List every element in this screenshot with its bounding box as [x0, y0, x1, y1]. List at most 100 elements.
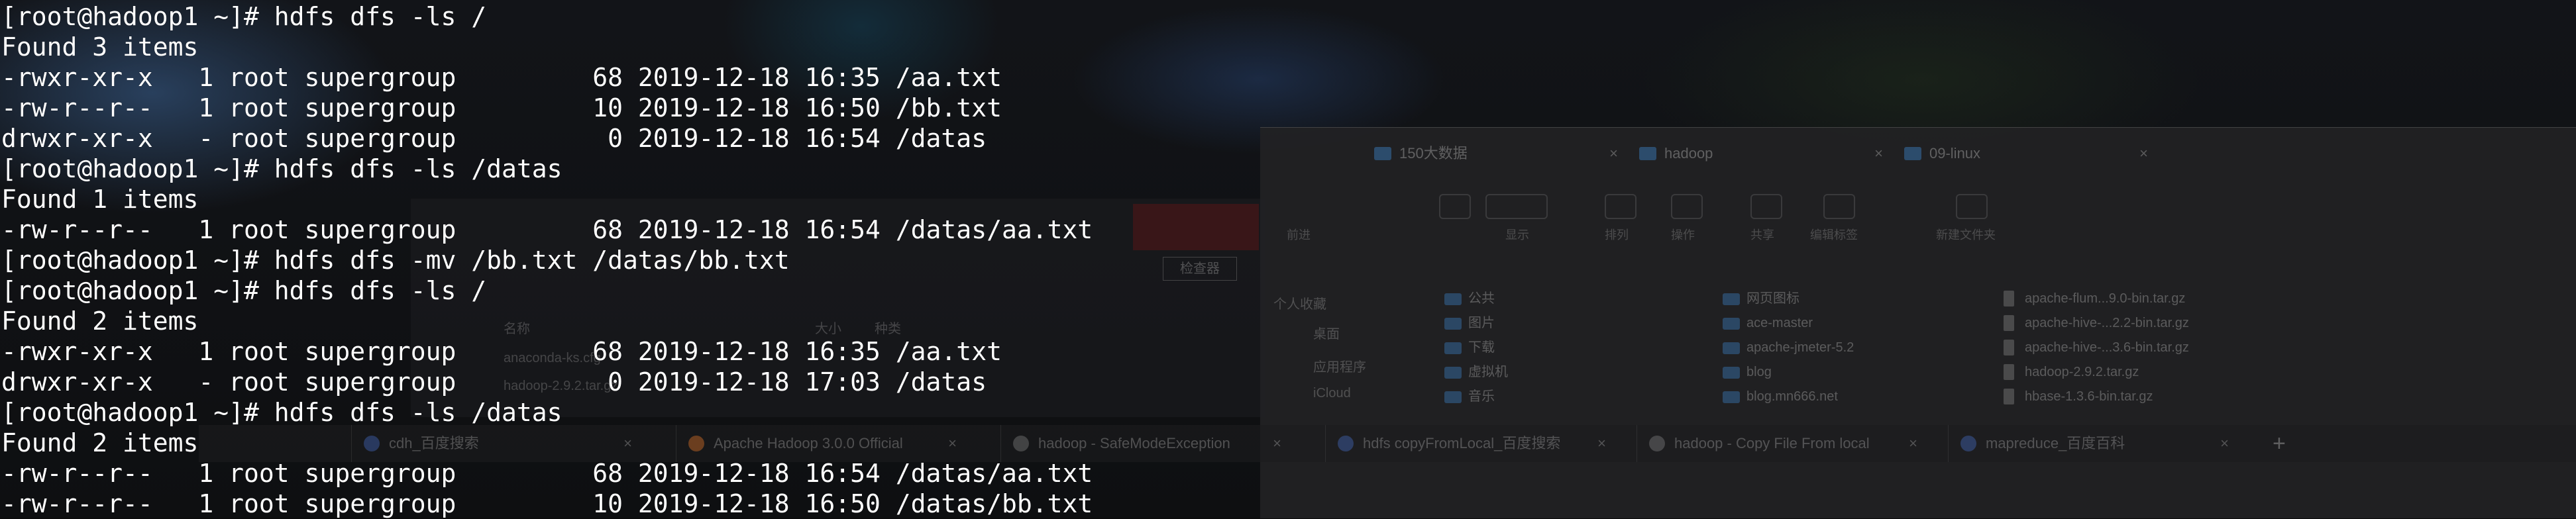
toolbar-label: 排列 [1605, 228, 1629, 242]
file-row[interactable]: hadoop-2.9.2.tar.gz [1996, 360, 2189, 385]
folder-name: 音乐 [1468, 389, 1495, 404]
folder-name: 公共 [1468, 291, 1495, 306]
folder-row[interactable]: 虚拟机 [1439, 360, 1508, 385]
toolbar-label: 操作 [1671, 228, 1695, 242]
close-icon[interactable]: × [1874, 141, 1883, 166]
browser-tab[interactable]: hadoop - Copy File From local × [1637, 425, 1928, 462]
folder-name: 虚拟机 [1468, 365, 1508, 379]
terminal-line-prompt: [root@hadoop1 ~]# hdfs dfs -ls /datas [1, 154, 563, 183]
folder-row[interactable]: 音乐 [1439, 385, 1508, 409]
folder-name: 网页图标 [1746, 291, 1799, 306]
browser-tab-title: mapreduce_百度百科 [1986, 435, 2125, 451]
back-forward-icon[interactable] [1439, 194, 1471, 219]
folder-row[interactable]: 图片 [1439, 311, 1508, 336]
folder-row[interactable]: ace-master [1717, 311, 1854, 336]
finder-column-3: apache-flum...9.0-bin.tar.gz apache-hive… [1996, 287, 2189, 409]
file-name: apache-hive-...2.2-bin.tar.gz [2025, 316, 2189, 330]
terminal-line-prompt: [root@hadoop1 ~]# hdfs dfs -ls / [1, 276, 487, 305]
favicon-icon [1649, 436, 1665, 451]
file-row[interactable]: hbase-1.3.6-bin.tar.gz [1996, 385, 2189, 409]
folder-icon [1444, 367, 1462, 379]
terminal-line-prompt: [root@hadoop1 ~]# hdfs dfs -ls / [1, 2, 487, 31]
folder-icon [1723, 367, 1740, 379]
sidebar-heading: 个人收藏 [1273, 297, 1326, 312]
finder-sidebar: 个人收藏 桌面 应用程序 iCloud [1260, 293, 1432, 518]
terminal-line: drwxr-xr-x - root supergroup 0 2019-12-1… [1, 124, 987, 153]
terminal-line: -rwxr-xr-x 1 root supergroup 68 2019-12-… [1, 63, 1002, 92]
terminal-output[interactable]: [root@hadoop1 ~]# hdfs dfs -ls / Found 3 … [1, 1, 1093, 519]
terminal-line: -rwxr-xr-x 1 root supergroup 68 2019-12-… [1, 337, 1002, 366]
folder-row[interactable]: blog.mn666.net [1717, 385, 1854, 409]
favicon-icon [1960, 436, 1976, 451]
view-mode-icon[interactable] [1485, 194, 1548, 219]
terminal-line: Found 2 items [1, 307, 199, 336]
archive-icon [2004, 364, 2014, 380]
tag-icon[interactable] [1823, 194, 1855, 219]
red-banner [1133, 204, 1259, 250]
browser-tab[interactable]: mapreduce_百度百科 × [1948, 425, 2239, 462]
terminal-line: Found 3 items [1, 32, 199, 62]
sidebar-item-applications[interactable]: 应用程序 [1313, 356, 1366, 375]
finder-tab[interactable]: 09-linux × [1890, 141, 2155, 166]
browser-tab[interactable]: hdfs copyFromLocal_百度搜索 × [1325, 425, 1617, 462]
close-icon[interactable]: × [1597, 425, 1606, 462]
close-icon[interactable]: × [1609, 141, 1618, 166]
folder-icon [1723, 318, 1740, 330]
folder-icon [1444, 293, 1462, 305]
new-folder-icon[interactable] [1956, 194, 1988, 219]
file-name: hbase-1.3.6-bin.tar.gz [2025, 389, 2153, 404]
archive-icon [2004, 340, 2014, 355]
close-icon[interactable]: × [1909, 425, 1917, 462]
folder-row[interactable]: blog [1717, 360, 1854, 385]
terminal-line: -rw-r--r-- 1 root supergroup 10 2019-12-… [1, 489, 1093, 518]
folder-name: ace-master [1746, 316, 1813, 330]
terminal-line: -rw-r--r-- 1 root supergroup 68 2019-12-… [1, 459, 1093, 488]
file-row[interactable]: apache-hive-...2.2-bin.tar.gz [1996, 311, 2189, 336]
terminal-line-prompt: [root@hadoop1 ~]# hdfs dfs -mv /bb.txt /… [1, 246, 790, 275]
folder-name: 下载 [1468, 340, 1495, 355]
folder-row[interactable]: 公共 [1439, 287, 1508, 311]
folder-row[interactable]: 网页图标 [1717, 287, 1854, 311]
terminal-line: -rw-r--r-- 1 root supergroup 68 2019-12-… [1, 215, 1093, 244]
folder-icon [1723, 293, 1740, 305]
archive-icon [2004, 315, 2014, 331]
finder-toolbar: 前进 显示 排列 操作 共享 编辑标签 新建文件夹 [1260, 194, 2576, 242]
folder-icon [1904, 147, 1921, 160]
file-row[interactable]: apache-hive-...3.6-bin.tar.gz [1996, 336, 2189, 360]
sidebar-item-icloud[interactable]: iCloud [1313, 386, 1351, 401]
finder-tab-label: 09-linux [1929, 145, 1981, 162]
finder-column-1: 公共 图片 下载 虚拟机 音乐 [1439, 287, 1508, 409]
browser-tab-title: hadoop - Copy File From local [1674, 435, 1870, 451]
arrange-icon[interactable] [1605, 194, 1637, 219]
share-icon[interactable] [1750, 194, 1782, 219]
terminal-line-prompt: [root@hadoop1 ~]# hdfs dfs -ls /datas [1, 398, 563, 427]
finder-tab[interactable]: 150大数据 × [1360, 141, 1625, 166]
close-icon[interactable]: × [2139, 141, 2148, 166]
finder-tab-label: hadoop [1664, 145, 1713, 162]
close-icon[interactable]: × [1273, 425, 1281, 462]
file-row[interactable]: apache-flum...9.0-bin.tar.gz [1996, 287, 2189, 311]
finder-column-2: 网页图标 ace-master apache-jmeter-5.2 blog b… [1717, 287, 1854, 409]
terminal-line: Found 1 items [1, 185, 199, 214]
new-tab-button[interactable]: + [2273, 425, 2286, 462]
gear-icon[interactable] [1671, 194, 1703, 219]
close-icon[interactable]: × [2220, 425, 2229, 462]
folder-name: blog.mn666.net [1746, 389, 1838, 404]
folder-name: blog [1746, 365, 1772, 379]
finder-tab[interactable]: hadoop × [1625, 141, 1890, 166]
folder-icon [1639, 147, 1656, 160]
terminal-line: drwxr-xr-x - root supergroup 0 2019-12-1… [1, 367, 987, 397]
toolbar-label: 共享 [1750, 228, 1774, 242]
toolbar-label: 编辑标签 [1810, 228, 1858, 242]
folder-icon [1374, 147, 1391, 160]
folder-icon [1444, 318, 1462, 330]
folder-name: apache-jmeter-5.2 [1746, 340, 1854, 355]
folder-row[interactable]: apache-jmeter-5.2 [1717, 336, 1854, 360]
inspector-button[interactable]: 检查器 [1163, 257, 1237, 281]
sidebar-item-desktop[interactable]: 桌面 [1313, 323, 1340, 342]
toolbar-label: 显示 [1505, 228, 1529, 242]
terminal-line: Found 2 items [1, 428, 199, 457]
archive-icon [2004, 389, 2014, 404]
finder-tab-bar: 150大数据 × hadoop × 09-linux × [1260, 141, 2576, 166]
folder-row[interactable]: 下载 [1439, 336, 1508, 360]
